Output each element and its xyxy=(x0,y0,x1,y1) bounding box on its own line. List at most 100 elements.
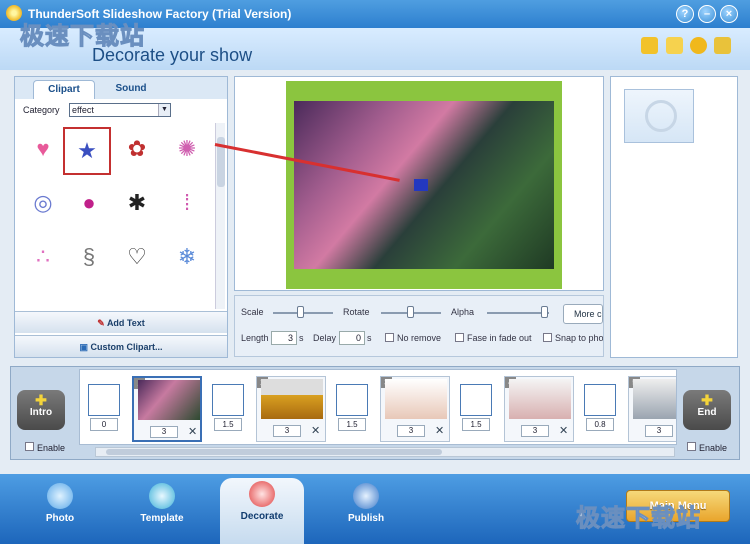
end-enable-label: Enable xyxy=(699,443,728,453)
delay-label: Delay xyxy=(313,333,337,343)
nav-publish[interactable]: Publish xyxy=(324,480,408,538)
transition-duration[interactable]: 0.8 xyxy=(586,418,614,431)
end-button[interactable]: ✚ End xyxy=(683,390,731,430)
stars-clip-icon[interactable]: ★ xyxy=(63,127,111,175)
end-enable-checkbox[interactable] xyxy=(687,442,696,451)
slide-item[interactable]: 13✕ xyxy=(132,376,202,442)
minimize-button[interactable]: – xyxy=(698,5,716,23)
intro-button[interactable]: ✚ Intro xyxy=(17,390,65,430)
intro-label: Intro xyxy=(29,407,53,418)
lips-clip-icon[interactable]: ● xyxy=(67,181,111,225)
nav-photo[interactable]: Photo xyxy=(18,480,102,538)
swirl-clip-icon[interactable]: § xyxy=(67,235,111,279)
alpha-label: Alpha xyxy=(451,307,475,317)
key-icon[interactable] xyxy=(714,37,731,54)
rotate-label: Rotate xyxy=(343,307,370,317)
heart-outline-clip-icon[interactable]: ♡ xyxy=(115,235,159,279)
heart-clip-icon[interactable]: ♥ xyxy=(21,127,65,171)
publish-icon xyxy=(353,483,379,509)
slide-item[interactable]: 33✕ xyxy=(380,376,450,442)
add-text-label: Add Text xyxy=(106,318,145,328)
tab-sound[interactable]: Sound xyxy=(103,80,159,99)
decoration-frame xyxy=(286,81,562,289)
pink-drops-clip-icon[interactable]: ∴ xyxy=(21,235,65,279)
properties-panel xyxy=(610,76,738,358)
category-label: Category xyxy=(23,105,60,115)
end-label: End xyxy=(697,407,717,418)
fade-checkbox[interactable] xyxy=(455,333,464,342)
transition-duration[interactable]: 0 xyxy=(90,418,118,431)
close-button[interactable]: × xyxy=(720,5,738,23)
watermark-bottom: 极速下载站 xyxy=(576,505,701,533)
intro-enable-checkbox[interactable] xyxy=(25,442,34,451)
snowflake-clip-icon[interactable]: ❄ xyxy=(165,235,209,279)
category-select[interactable]: effect ▼ xyxy=(69,103,171,117)
chevron-down-icon: ▼ xyxy=(158,104,170,116)
no-image-icon xyxy=(624,89,694,143)
custom-clipart-button[interactable]: ▣ Custom Clipart... xyxy=(15,335,227,357)
template-icon xyxy=(149,483,175,509)
fade-label: Fase in fade out xyxy=(467,333,532,343)
delete-icon[interactable]: ✕ xyxy=(188,425,197,438)
snap-label: Snap to pho xyxy=(555,333,603,343)
plus-icon: ✚ xyxy=(701,392,713,408)
decoration-controls: Scale Rotate Alpha More c Length 3 s Del… xyxy=(234,295,604,357)
slide-item[interactable]: 23✕ xyxy=(256,376,326,442)
tab-clipart[interactable]: Clipart xyxy=(33,80,95,99)
bug-clip-icon[interactable]: ✱ xyxy=(115,181,159,225)
clipart-grid: ♥ ★ ✿ ✺ ◎ ● ✱ ⁞ ∴ § ♡ ❄ xyxy=(17,123,213,305)
watermark-top: 极速下载站 xyxy=(20,23,145,51)
delete-icon[interactable]: ✕ xyxy=(559,424,568,437)
nav-template[interactable]: Template xyxy=(120,480,204,538)
nav-decorate[interactable]: Decorate xyxy=(220,478,304,544)
slide-item[interactable]: 53 xyxy=(628,376,676,442)
more-button[interactable]: More c xyxy=(563,304,603,324)
splash-clip-icon[interactable]: ✺ xyxy=(165,127,209,171)
timeline-scrollbar[interactable] xyxy=(95,447,675,457)
snap-checkbox[interactable] xyxy=(543,333,552,342)
add-text-button[interactable]: ✎ Add Text xyxy=(15,311,227,333)
length-label: Length xyxy=(241,333,269,343)
alpha-slider[interactable] xyxy=(487,312,549,314)
slide-strip: 0 13✕ 1.5 23✕ 1.5 33✕ 1.5 43✕ 0.8 53 xyxy=(79,369,677,445)
hanging-drops-clip-icon[interactable]: ⁞ xyxy=(165,181,209,225)
transition-duration[interactable]: 1.5 xyxy=(214,418,242,431)
slide-item[interactable]: 43✕ xyxy=(504,376,574,442)
length-input[interactable]: 3 xyxy=(271,331,297,345)
category-value: effect xyxy=(72,105,94,115)
butterfly-clip-icon[interactable]: ✿ xyxy=(115,127,159,171)
preview-photo[interactable] xyxy=(294,101,554,269)
stars-decoration-icon[interactable] xyxy=(414,179,428,191)
scrollbar-thumb[interactable] xyxy=(106,449,442,455)
scale-label: Scale xyxy=(241,307,264,317)
bulb-icon[interactable] xyxy=(690,37,707,54)
transition-item[interactable]: 1.5 xyxy=(212,384,244,436)
ring-clip-icon[interactable]: ◎ xyxy=(21,181,65,225)
transition-item[interactable]: 1.5 xyxy=(336,384,368,436)
folder-icon[interactable] xyxy=(641,37,658,54)
delay-input[interactable]: 0 xyxy=(339,331,365,345)
delete-icon[interactable]: ✕ xyxy=(435,424,444,437)
intro-enable-label: Enable xyxy=(37,443,66,453)
transition-duration[interactable]: 1.5 xyxy=(338,418,366,431)
no-remove-checkbox[interactable] xyxy=(385,333,394,342)
photo-icon xyxy=(47,483,73,509)
help-icon[interactable]: ? xyxy=(676,5,694,23)
preview-panel xyxy=(214,76,604,291)
transition-item[interactable]: 0 xyxy=(88,384,120,436)
delete-icon[interactable]: ✕ xyxy=(311,424,320,437)
transition-item[interactable]: 0.8 xyxy=(584,384,616,436)
note-icon[interactable] xyxy=(666,37,683,54)
transition-item[interactable]: 1.5 xyxy=(460,384,492,436)
transition-duration[interactable]: 1.5 xyxy=(462,418,490,431)
alpha-slider-handle[interactable] xyxy=(541,306,548,318)
rotate-slider-handle[interactable] xyxy=(407,306,414,318)
clipart-scrollbar[interactable] xyxy=(215,123,225,309)
scale-slider-handle[interactable] xyxy=(297,306,304,318)
pencil-icon: ✎ xyxy=(97,318,107,328)
length-unit: s xyxy=(299,333,304,343)
image-icon: ▣ xyxy=(79,342,91,352)
tab-bar: Clipart Sound xyxy=(15,77,227,99)
delay-unit: s xyxy=(367,333,372,343)
plus-icon: ✚ xyxy=(35,392,47,408)
